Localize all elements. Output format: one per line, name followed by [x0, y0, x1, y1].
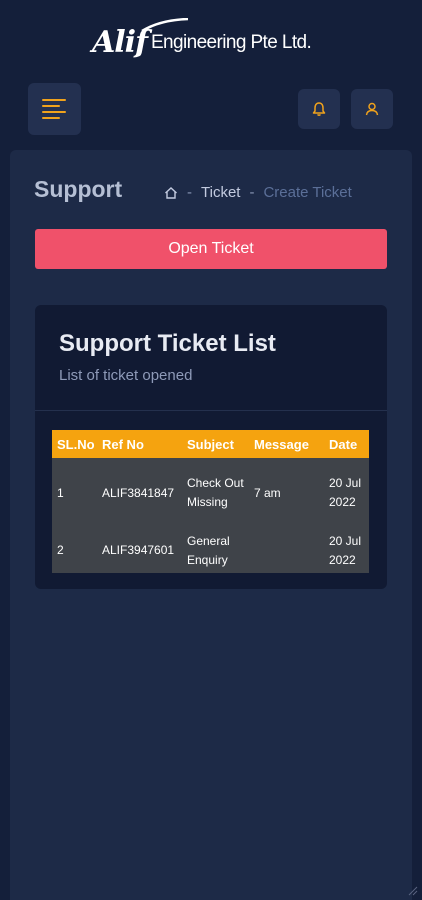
- cell-message: 7 am: [249, 458, 324, 528]
- bell-icon: [312, 102, 326, 116]
- column-header-sl-no[interactable]: SL.No: [52, 430, 97, 458]
- cell-date: 20 Jul 2022: [324, 528, 369, 573]
- table-row[interactable]: 2 ALIF3947601 General Enquiry 20 Jul 202…: [52, 528, 369, 573]
- page-title: Support: [34, 176, 123, 202]
- breadcrumb-create-ticket: Create Ticket: [263, 184, 352, 201]
- cell-date: 20 Jul 2022: [324, 458, 369, 528]
- column-header-subject[interactable]: Subject: [182, 430, 249, 458]
- ticket-list-card: Support Ticket List List of ticket opene…: [35, 305, 387, 589]
- column-header-message[interactable]: Message: [249, 430, 324, 458]
- table-row[interactable]: 1 ALIF3841847 Check Out Missing 7 am 20 …: [52, 458, 369, 528]
- breadcrumb-ticket[interactable]: Ticket: [201, 184, 240, 201]
- resize-grip-icon[interactable]: [406, 884, 418, 896]
- ticket-table: SL.No Ref No Subject Message Date 1 ALIF…: [52, 430, 369, 573]
- logo-mark: Alif: [92, 25, 148, 60]
- hamburger-menu-icon: [42, 99, 66, 101]
- menu-icon-line: [42, 105, 60, 107]
- breadcrumb-separator: -: [187, 184, 192, 201]
- home-icon[interactable]: [164, 186, 178, 200]
- menu-button[interactable]: [28, 83, 81, 135]
- card-subtitle: List of ticket opened: [59, 367, 193, 384]
- cell-message: [249, 528, 324, 573]
- cell-subject: General Enquiry: [182, 528, 249, 573]
- top-bar: Alif Engineering Pte Ltd.: [0, 0, 410, 150]
- card-title: Support Ticket List: [59, 330, 276, 357]
- menu-icon-line: [42, 111, 66, 113]
- main-panel: Support - Ticket - Create Ticket Open Ti…: [10, 150, 412, 900]
- user-icon: [365, 102, 379, 116]
- company-logo: Alif Engineering Pte Ltd.: [92, 18, 312, 60]
- table-header-row: SL.No Ref No Subject Message Date: [52, 430, 369, 458]
- menu-icon-line: [42, 117, 60, 119]
- cell-subject: Check Out Missing: [182, 458, 249, 528]
- account-button[interactable]: [351, 89, 393, 129]
- cell-sl-no: 2: [52, 528, 97, 573]
- breadcrumb-separator: -: [249, 184, 255, 201]
- column-header-date[interactable]: Date: [324, 430, 369, 458]
- breadcrumb: - Ticket - Create Ticket: [164, 184, 352, 201]
- notifications-button[interactable]: [298, 89, 340, 129]
- cell-sl-no: 1: [52, 458, 97, 528]
- cell-ref-no: ALIF3947601: [97, 528, 182, 573]
- company-name: Engineering Pte Ltd.: [150, 32, 312, 53]
- column-header-ref-no[interactable]: Ref No: [97, 430, 182, 458]
- open-ticket-button[interactable]: Open Ticket: [35, 229, 387, 269]
- cell-ref-no: ALIF3841847: [97, 458, 182, 528]
- logo-swoosh-icon: [141, 18, 189, 32]
- divider: [35, 410, 387, 411]
